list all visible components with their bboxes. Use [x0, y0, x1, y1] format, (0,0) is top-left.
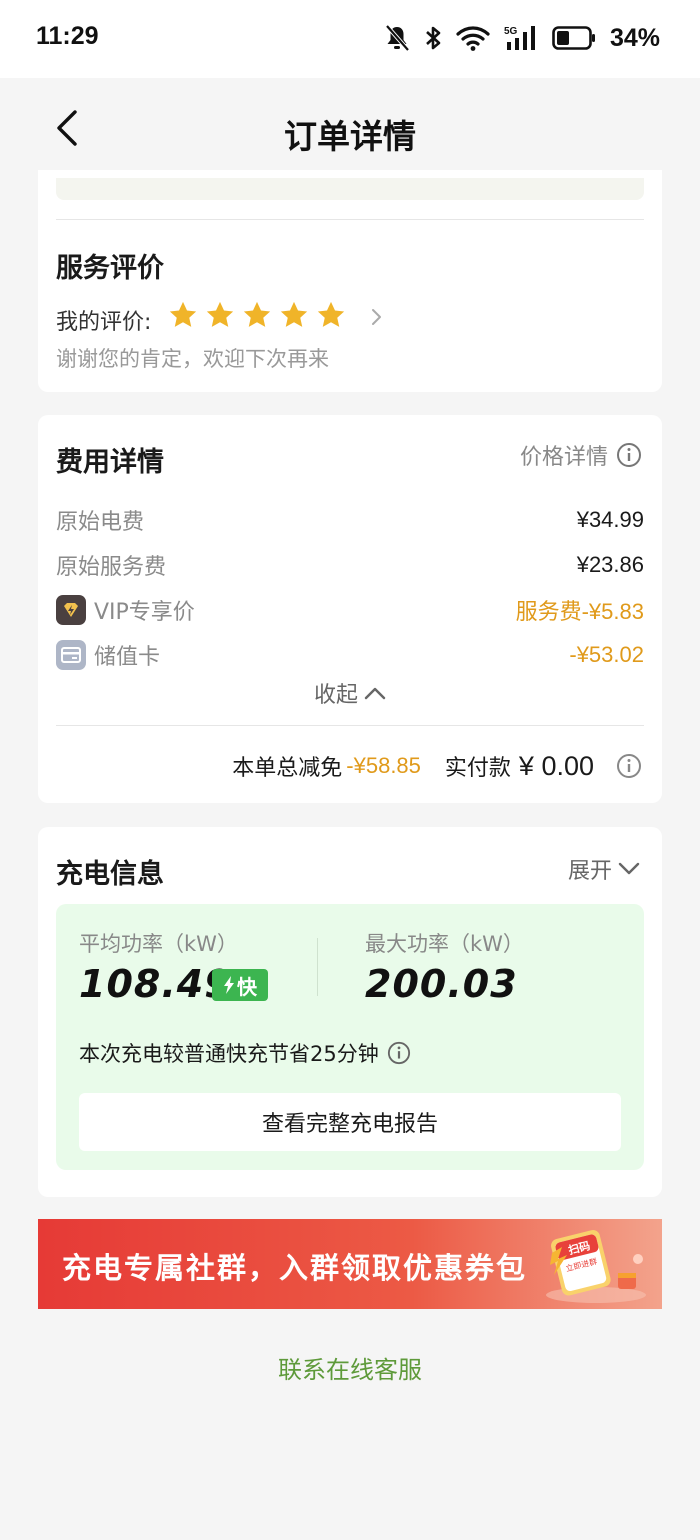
divider: [56, 219, 644, 220]
banner-text: 充电专属社群，入群领取优惠券包: [62, 1251, 528, 1285]
fee-label: 原始电费: [56, 510, 145, 535]
paid-label: 实付款: [444, 756, 511, 781]
star-icon[interactable]: [168, 300, 198, 330]
chevron-up-icon: [364, 687, 386, 700]
nav-bar: 订单详情: [0, 78, 700, 178]
status-bar: 11:29 5G 34%: [0, 0, 700, 78]
total-discount-value: -¥58.85: [346, 753, 421, 778]
star-icon[interactable]: [205, 300, 235, 330]
totals-row: 本单总减免 -¥58.85 实付款 ¥ 0.00: [232, 750, 642, 782]
price-detail-label: 价格详情: [519, 445, 608, 470]
view-charging-report-button[interactable]: 查看完整充电报告: [79, 1093, 621, 1151]
divider: [56, 725, 644, 726]
my-rating-label: 我的评价:: [56, 310, 152, 335]
paid-amount: ¥ 0.00: [518, 750, 594, 781]
card-icon: [56, 640, 86, 670]
fast-badge-label: 快: [237, 974, 257, 999]
fee-row: 原始服务费 ¥23.86: [56, 549, 644, 581]
cellular-signal-icon: 5G: [504, 26, 535, 50]
battery-percentage: 34%: [609, 23, 660, 52]
fast-charge-badge: 快: [212, 969, 268, 1001]
review-section-title: 服务评价: [56, 253, 164, 284]
expand-button[interactable]: 展开: [568, 853, 640, 885]
charging-info-card: 充电信息 展开 平均功率（kW） 108.49 快 最大功率（kW） 200.0…: [38, 827, 662, 1197]
page-title: 订单详情: [284, 117, 416, 156]
collapse-button[interactable]: 收起: [38, 677, 662, 709]
service-review-card: 服务评价 我的评价: 谢谢您的肯定，欢迎下次再来: [38, 170, 662, 392]
charging-stats-panel: 平均功率（kW） 108.49 快 最大功率（kW） 200.03 本次充电较普…: [56, 904, 644, 1170]
charging-section-title: 充电信息: [56, 859, 164, 890]
fee-label: VIP专享价: [94, 600, 195, 625]
expand-label: 展开: [567, 859, 612, 884]
avg-power-label: 平均功率（kW）: [79, 932, 238, 956]
saving-text: 本次充电较普通快充节省25分钟: [79, 1038, 411, 1068]
collapse-label: 收起: [313, 683, 358, 708]
community-promo-banner[interactable]: 充电专属社群，入群领取优惠券包 扫码 立即进群: [38, 1219, 662, 1309]
avg-power-value: 108.49: [79, 962, 232, 1006]
chevron-right-icon[interactable]: [371, 308, 383, 326]
wifi-icon: [456, 26, 490, 51]
fee-value: ¥23.86: [576, 552, 644, 577]
star-icon[interactable]: [242, 300, 272, 330]
contact-support-link[interactable]: 联系在线客服: [0, 1350, 700, 1385]
vip-lightning-icon: [56, 595, 86, 625]
star-icon[interactable]: [279, 300, 309, 330]
fee-label: 储值卡: [94, 645, 161, 670]
fee-row: 储值卡 -¥53.02: [56, 639, 644, 671]
chevron-down-icon: [618, 862, 640, 875]
fee-label: 原始服务费: [56, 555, 167, 580]
price-detail-link[interactable]: 价格详情: [520, 439, 642, 471]
max-power-value: 200.03: [365, 962, 518, 1006]
review-thanks-text: 谢谢您的肯定，欢迎下次再来: [56, 347, 329, 371]
info-icon[interactable]: [387, 1041, 411, 1065]
fee-row: 原始电费 ¥34.99: [56, 504, 644, 536]
status-time: 11:29: [36, 22, 99, 50]
panel-divider: [317, 938, 318, 996]
fee-value: ¥34.99: [576, 507, 644, 532]
fee-details-card: 费用详情 价格详情 原始电费 ¥34.99 原始服务费 ¥23.86 VIP专享…: [38, 415, 662, 803]
mute-bell-icon: [385, 24, 410, 52]
saving-label: 本次充电较普通快充节省25分钟: [79, 1042, 379, 1066]
phone-scan-illustration: 扫码 立即进群: [546, 1230, 646, 1303]
fee-value: 服务费-¥5.83: [515, 599, 644, 624]
star-icon[interactable]: [316, 300, 346, 330]
fee-value: -¥53.02: [569, 642, 644, 667]
fee-row: VIP专享价 服务费-¥5.83: [56, 594, 644, 626]
lightning-icon: [224, 976, 234, 994]
info-icon: [617, 443, 641, 467]
battery-icon: [552, 26, 595, 50]
network-type: 5G: [504, 26, 518, 37]
status-icons: 5G 34%: [384, 20, 660, 56]
rating-stars[interactable]: [168, 300, 346, 330]
bluetooth-icon: [426, 26, 441, 50]
previous-section-bottom: [56, 178, 644, 200]
total-discount-label: 本单总减免: [232, 756, 343, 781]
fee-section-title: 费用详情: [56, 447, 164, 478]
max-power-label: 最大功率（kW）: [365, 932, 524, 956]
info-icon[interactable]: [616, 753, 642, 779]
